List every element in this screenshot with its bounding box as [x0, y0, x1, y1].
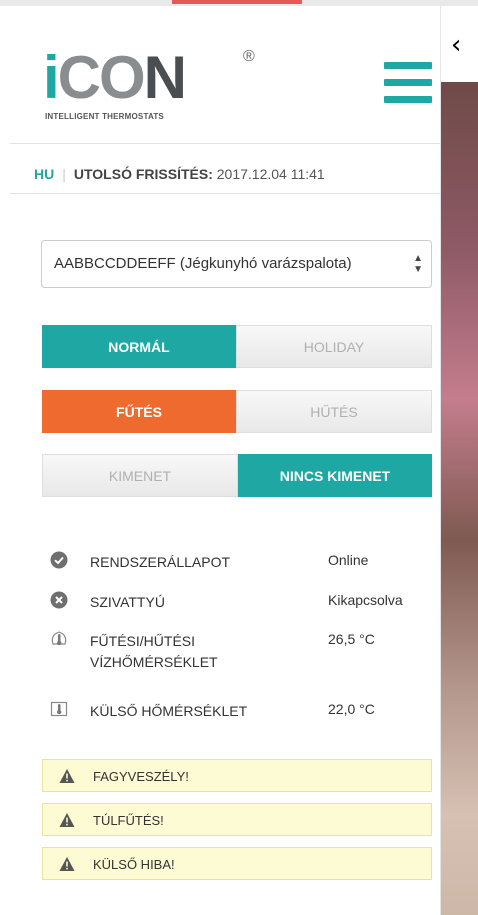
status-label: FŰTÉSI/HŰTÉSI VÍZHŐMÉRSÉKLET — [90, 633, 218, 670]
x-circle-icon — [50, 591, 68, 609]
logo-letter-i: i — [43, 44, 60, 111]
warning-label: FAGYVESZÉLY! — [93, 769, 189, 784]
last-update-row: HU | UTOLSÓ FRISSÍTÉS: 2017.12.04 11:41 — [34, 166, 325, 182]
output-toggle: KIMENET NINCS KIMENET — [42, 454, 432, 497]
warning-external-fault: KÜLSŐ HIBA! — [42, 847, 432, 880]
thermometer-icon — [50, 701, 68, 717]
info-divider — [10, 193, 440, 194]
select-arrows-icon: ▲ ▼ — [413, 253, 423, 275]
warning-label: KÜLSŐ HIBA! — [93, 857, 175, 872]
status-value: 22,0 °C — [328, 701, 375, 717]
status-value: 26,5 °C — [328, 631, 375, 647]
logo-letters-co: CO — [57, 44, 146, 111]
logo-letter-n: N — [143, 44, 187, 111]
cooling-button[interactable]: HŰTÉS — [236, 390, 432, 433]
last-update-value: 2017.12.04 11:41 — [216, 166, 325, 182]
thermometer-icon — [51, 631, 67, 646]
chevron-left-icon[interactable]: ‹ — [451, 32, 461, 58]
mode-normal-button[interactable]: NORMÁL — [42, 325, 236, 368]
logo-tagline: INTELLIGENT THERMOSTATS — [45, 112, 164, 121]
warning-frost: FAGYVESZÉLY! — [42, 759, 432, 792]
warning-triangle-icon — [59, 813, 75, 827]
last-update-label: UTOLSÓ FRISSÍTÉS: — [73, 166, 213, 182]
mode-holiday-button[interactable]: HOLIDAY — [236, 325, 432, 368]
window-top-accent — [172, 0, 302, 4]
hamburger-menu-icon[interactable] — [384, 62, 432, 104]
status-label: RENDSZERÁLLAPOT — [90, 554, 231, 570]
separator: | — [62, 166, 66, 182]
heating-button[interactable]: FŰTÉS — [42, 390, 236, 433]
warning-triangle-icon — [59, 769, 75, 783]
device-select[interactable]: AABBCCDDEEFF (Jégkunyhó varázspalota) ▲ ▼ — [41, 240, 432, 288]
warning-overheat: TÚLFŰTÉS! — [42, 803, 432, 836]
language-switch[interactable]: HU — [34, 166, 54, 182]
device-select-value: AABBCCDDEEFF (Jégkunyhó varázspalota) — [54, 255, 352, 272]
status-label: KÜLSŐ HŐMÉRSÉKLET — [90, 703, 248, 719]
heat-cool-toggle: FŰTÉS HŰTÉS — [42, 390, 432, 433]
warning-label: TÚLFŰTÉS! — [93, 813, 164, 828]
mode-toggle: NORMÁL HOLIDAY — [42, 325, 432, 368]
sidebar-panel: iCON ® INTELLIGENT THERMOSTATS HU | UTOLSÓ… — [10, 6, 441, 915]
header-divider — [10, 143, 440, 144]
background-photo — [441, 82, 478, 915]
check-circle-icon — [50, 551, 68, 569]
output-off-button[interactable]: NINCS KIMENET — [238, 454, 432, 497]
output-on-button[interactable]: KIMENET — [42, 454, 238, 497]
warning-triangle-icon — [59, 857, 75, 871]
status-value: Online — [328, 552, 369, 568]
status-label: SZIVATTYÚ — [90, 594, 165, 610]
logo-registered-mark: ® — [243, 48, 255, 65]
status-value: Kikapcsolva — [328, 592, 403, 608]
icon-logo: iCON ® INTELLIGENT THERMOSTATS — [43, 44, 255, 126]
